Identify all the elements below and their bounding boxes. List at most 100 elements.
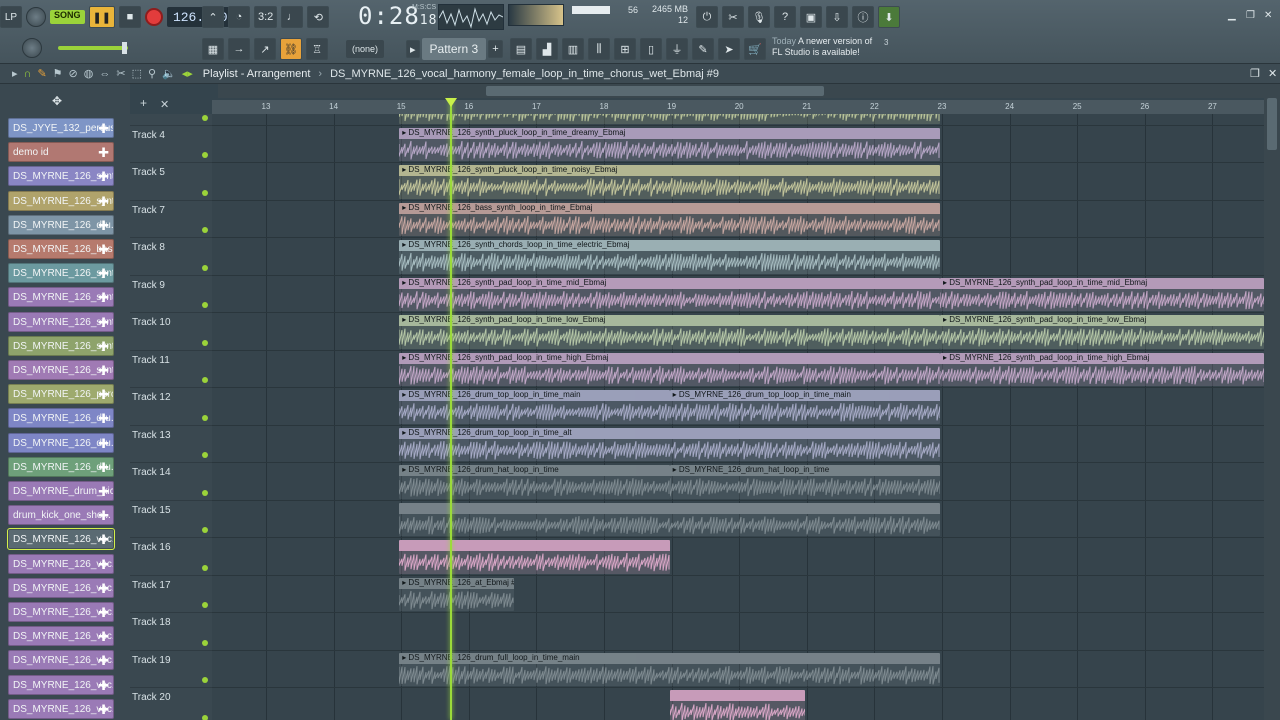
playback-icon[interactable]: 🔈 xyxy=(162,67,176,80)
track-mute-led[interactable] xyxy=(202,339,208,346)
lp-indicator[interactable]: LP xyxy=(0,6,22,28)
track-mute-led[interactable] xyxy=(202,302,208,308)
hint-icon[interactable]: ♖ xyxy=(306,38,328,60)
track-header[interactable]: Track 4 xyxy=(130,125,212,163)
picker-add-icon[interactable]: ✚ xyxy=(98,508,109,524)
pattern-select[interactable]: (none) xyxy=(346,40,385,58)
track-lane[interactable]: ▸ DS_MYRNE_126_at_Ebmaj #3 xyxy=(212,575,1264,613)
picker-add-icon[interactable]: ✚ xyxy=(98,532,109,548)
picker-add-icon[interactable]: ✚ xyxy=(98,194,109,210)
cpu-icon[interactable]: ⏻ xyxy=(696,6,718,28)
audio-clip[interactable]: ▸ DS_MYRNE_126_drum_hat_loop_in_time xyxy=(399,465,670,499)
render-icon[interactable]: ⇩ xyxy=(826,6,848,28)
audio-clip[interactable] xyxy=(669,690,805,720)
close-track-icon[interactable]: ✕ xyxy=(160,98,169,111)
track-header[interactable]: Track 5 xyxy=(130,163,212,201)
audio-clip[interactable]: ▸ DS_MYRNE_126_synth_pad_loop_in_time_lo… xyxy=(399,315,940,349)
picker-item[interactable]: DS_MYRNE_126_dru... ✚ xyxy=(8,408,114,429)
track-mute-led[interactable] xyxy=(202,677,208,683)
info-icon[interactable]: ⓘ xyxy=(852,6,874,28)
help-icon[interactable]: ? xyxy=(774,6,796,28)
pencil-icon[interactable]: ✎ xyxy=(37,67,46,80)
vertical-scroll-thumb[interactable] xyxy=(1267,98,1277,150)
master-volume-handle[interactable] xyxy=(122,42,127,54)
track-lane[interactable]: ▸ DS_MYRNE_126_synth_chords_loop_in_time… xyxy=(212,238,1264,276)
picker-item[interactable]: DS_MYRNE_126_dru... ✚ xyxy=(8,214,114,235)
track-mute-led[interactable] xyxy=(202,714,208,720)
audio-clip[interactable]: ▸ DS_MYRNE_126_synth_pad_loop_in_time_mi… xyxy=(399,277,940,311)
picker-item[interactable]: DS_MYRNE_126_voc... ✚ xyxy=(8,650,114,671)
track-header[interactable]: Track 14 xyxy=(130,463,212,501)
tempo-tapper-icon[interactable]: ✎ xyxy=(692,38,714,60)
track-mute-led[interactable] xyxy=(202,189,208,196)
track-header[interactable] xyxy=(130,114,212,126)
audio-clip[interactable]: ▸ DS_MYRNE_126_drum_top_loop_in_time_mai… xyxy=(669,390,940,424)
picker-item[interactable]: DS_MYRNE_126_voc... ✚ xyxy=(8,577,114,598)
track-lane[interactable] xyxy=(212,500,1264,538)
track-lane[interactable] xyxy=(212,613,1264,651)
picker-move-icon[interactable]: ✥ xyxy=(52,94,62,108)
browser-icon[interactable]: ⊞ xyxy=(614,38,636,60)
track-mute-led[interactable] xyxy=(202,489,208,496)
download-icon[interactable]: ⬇ xyxy=(878,6,900,28)
picker-item[interactable]: DS_MYRNE_126_voc... ✚ xyxy=(8,602,114,622)
audio-clip[interactable]: ▸ DS_MYRNE_126_synth_pad_loop_in_time_lo… xyxy=(940,315,1264,349)
audio-clip[interactable]: ▸ DS_MYRNE_126_synth_pluck_loop_in_time_… xyxy=(399,127,940,161)
picker-add-icon[interactable]: ✚ xyxy=(98,315,109,331)
audio-clip[interactable] xyxy=(399,502,940,536)
mic-icon[interactable]: 🎙 xyxy=(748,6,770,28)
track-header[interactable]: Track 20 xyxy=(130,688,212,720)
picker-item[interactable]: DS_MYRNE_126_synt... ✚ xyxy=(8,360,114,380)
mixer-icon[interactable]: ⫼ xyxy=(588,38,610,60)
picker-add-icon[interactable]: ✚ xyxy=(98,702,109,718)
audio-clip[interactable]: ▸ DS_MYRNE_126_drum_top_loop_in_time_mai… xyxy=(399,390,670,424)
maximize-icon[interactable]: ❐ xyxy=(1246,10,1255,21)
picker-item[interactable]: DS_MYRNE_126_perc... ✚ xyxy=(8,384,114,405)
audio-clip[interactable]: ▸ DS_MYRNE_126_drum_top_loop_in_time_alt xyxy=(399,427,940,461)
pattern-add-icon[interactable]: + xyxy=(488,40,503,58)
link-icon[interactable]: ⛓ xyxy=(280,38,302,60)
loop-record-icon[interactable]: ⟲ xyxy=(307,6,330,28)
track-mute-led[interactable] xyxy=(202,152,208,158)
picker-add-icon[interactable]: ✚ xyxy=(98,121,109,137)
close-icon[interactable]: ✕ xyxy=(1264,10,1272,21)
horizontal-scrollbar[interactable] xyxy=(218,84,1264,98)
vertical-scrollbar[interactable] xyxy=(1264,84,1280,720)
cut-icon[interactable]: ✂ xyxy=(722,6,744,28)
track-lane[interactable]: ▸ DS_MYRNE_126_synth_pluck_loop_in_time_… xyxy=(212,125,1264,163)
track-lane[interactable]: ▸ DS_MYRNE_126_drum_hat_loop_in_time ▸ DS… xyxy=(212,463,1264,501)
metronome-icon[interactable]: ◔ xyxy=(228,6,250,28)
master-pitch-knob[interactable] xyxy=(26,7,46,27)
picker-item[interactable]: DS_MYRNE_126_synt... ✚ xyxy=(8,263,114,284)
picker-add-icon[interactable]: ✚ xyxy=(98,557,109,573)
piano-roll-icon[interactable]: ▟ xyxy=(536,38,558,60)
picker-add-icon[interactable]: ✚ xyxy=(98,290,109,306)
picker-add-icon[interactable]: ✚ xyxy=(98,387,109,403)
audio-clip[interactable] xyxy=(399,114,940,124)
track-header[interactable]: Track 13 xyxy=(130,425,212,463)
arrow-icon[interactable]: → xyxy=(228,38,250,60)
picker-item[interactable]: DS_JYYE_132_percus... ✚ xyxy=(8,118,114,138)
picker-item[interactable]: DS_MYRNE_126_voc... ✚ xyxy=(8,553,114,574)
picker-item[interactable]: DS_MYRNE_126_voc... ✚ xyxy=(7,528,115,551)
picker-item[interactable]: DS_MYRNE_126_bass...✚ xyxy=(8,239,114,259)
picker-item[interactable]: DS_MYRNE_126_voc... ✚ xyxy=(8,626,114,647)
audio-clip[interactable]: ▸ DS_MYRNE_126_synth_pluck_loop_in_time_… xyxy=(399,165,940,199)
zoom-icon[interactable]: ⚲ xyxy=(148,67,156,80)
track-lane[interactable] xyxy=(212,114,1264,126)
picker-item[interactable]: DS_MYRNE_126_synt... ✚ xyxy=(8,166,114,187)
playlist-icon[interactable]: ▤ xyxy=(510,38,532,60)
track-header[interactable]: Track 10 xyxy=(130,313,212,351)
audio-clip[interactable]: ▸ DS_MYRNE_126_synth_pad_loop_in_time_mi… xyxy=(940,277,1264,311)
picker-add-icon[interactable]: ✚ xyxy=(98,145,109,161)
track-lane[interactable] xyxy=(212,538,1264,576)
horizontal-scroll-thumb[interactable] xyxy=(486,86,824,96)
record-button[interactable] xyxy=(144,8,163,26)
track-lane[interactable]: ▸ DS_MYRNE_126_synth_pad_loop_in_time_lo… xyxy=(212,313,1264,351)
stop-button[interactable]: ■ xyxy=(118,6,141,28)
master-volume-knob[interactable] xyxy=(22,38,42,58)
track-lane[interactable]: ▸ DS_MYRNE_126_drum_top_loop_in_time_alt xyxy=(212,425,1264,463)
playlist-restore-icon[interactable]: ❐ xyxy=(1250,67,1260,80)
piano-icon[interactable]: ▦ xyxy=(202,38,224,60)
song-mode-button[interactable]: SONG xyxy=(50,10,85,24)
